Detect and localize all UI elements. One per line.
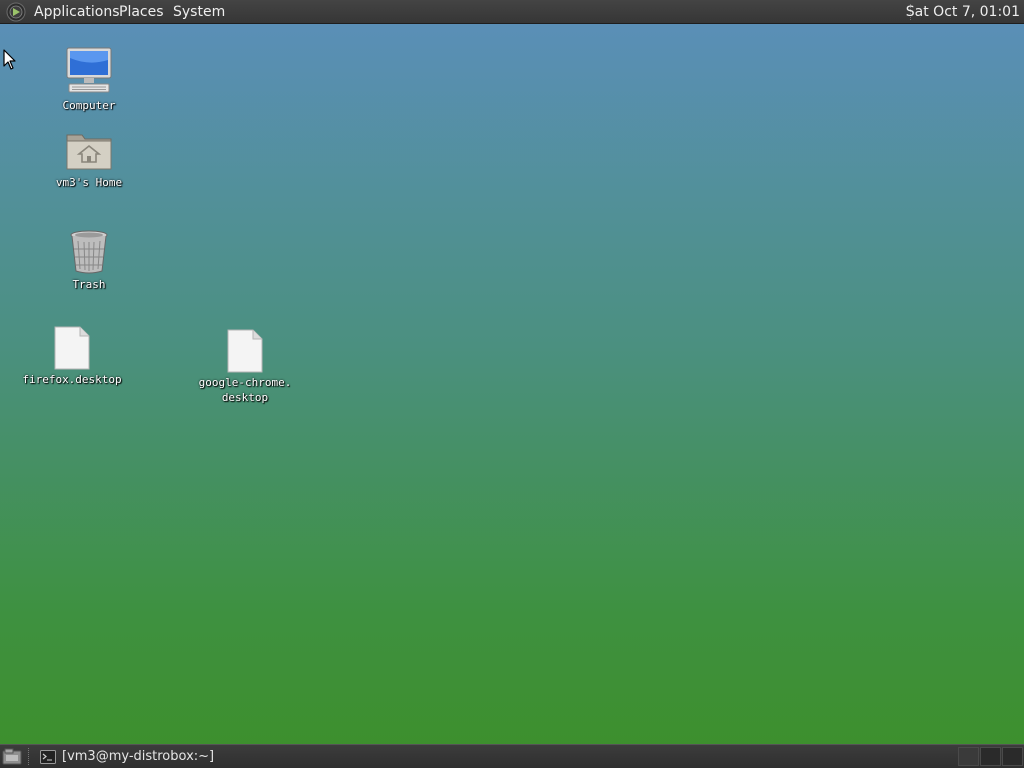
desktop-icon-computer[interactable]: Computer (24, 46, 154, 113)
bottom-panel: [vm3@my-distrobox:~] (0, 744, 1024, 768)
file-icon (227, 329, 263, 373)
desktop-icon-label: Computer (62, 99, 116, 112)
top-panel: Applications Places System Sat Oct 7, 01… (0, 0, 1024, 24)
trash-icon (70, 230, 108, 274)
workspace-1[interactable] (958, 747, 979, 766)
desktop-icon-label: vm3's Home (55, 176, 123, 189)
taskbar-button-terminal[interactable]: [vm3@my-distrobox:~] (34, 746, 220, 767)
menu-system[interactable]: System (173, 0, 225, 24)
desktop-icon-trash[interactable]: Trash (24, 229, 154, 292)
mouse-cursor-icon (3, 49, 16, 70)
show-desktop-icon[interactable] (2, 748, 22, 765)
file-icon (54, 326, 90, 370)
desktop-icon-firefox-desktop[interactable]: firefox.desktop (7, 326, 137, 387)
desktop-icon-home[interactable]: vm3's Home (24, 129, 154, 190)
desktop-icon-label: Trash (72, 278, 106, 291)
menu-places[interactable]: Places (119, 0, 164, 24)
panel-separator (28, 748, 31, 765)
workspace-3[interactable] (1002, 747, 1023, 766)
desktop-icon-google-chrome-desktop[interactable]: google-chrome. desktop (180, 329, 310, 405)
clock[interactable]: Sat Oct 7, 01:01 (906, 0, 1020, 24)
gnome-foot-icon[interactable] (6, 2, 26, 22)
workspace-2[interactable] (980, 747, 1001, 766)
desktop-icon-label: google-chrome. desktop (198, 376, 292, 404)
computer-icon (66, 47, 112, 93)
taskbar-button-label: [vm3@my-distrobox:~] (62, 749, 215, 764)
menu-applications[interactable]: Applications (34, 0, 120, 24)
home-folder-icon (66, 134, 112, 170)
desktop-screen: Applications Places System Sat Oct 7, 01… (0, 0, 1024, 768)
terminal-icon (40, 749, 56, 764)
desktop-icon-label: firefox.desktop (22, 373, 122, 386)
